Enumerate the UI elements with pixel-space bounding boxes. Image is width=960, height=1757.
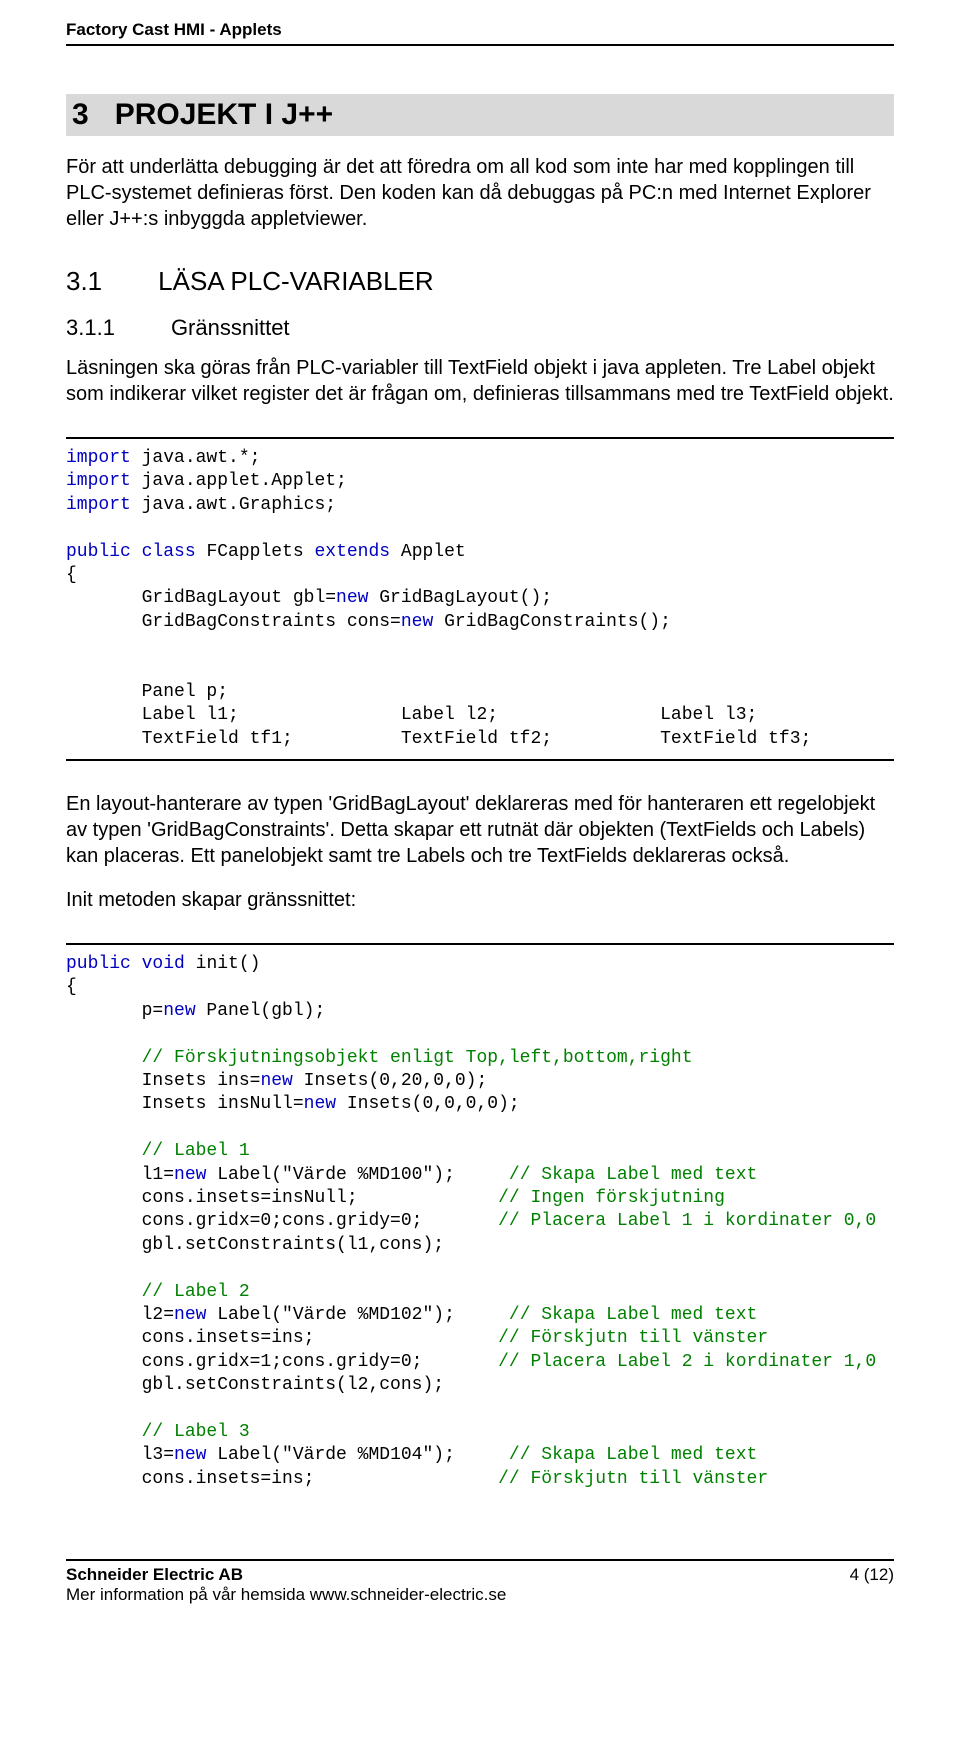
page-header: Factory Cast HMI - Applets bbox=[66, 20, 894, 46]
code-token: new bbox=[336, 588, 368, 608]
code-token: l1= bbox=[66, 1165, 174, 1185]
code-token: Insets insNull= bbox=[66, 1094, 304, 1114]
code-token: Panel(gbl); bbox=[196, 1001, 326, 1021]
code-token: { bbox=[66, 565, 77, 585]
subsection-heading: 3.1 LÄSA PLC-VARIABLER bbox=[66, 266, 894, 297]
code-token: Label("Värde %MD100"); bbox=[206, 1165, 508, 1185]
code-block-1: import java.awt.*; import java.applet.Ap… bbox=[66, 437, 894, 761]
code-token: class bbox=[142, 542, 196, 562]
code-token: gbl.setConstraints(l1,cons); bbox=[66, 1235, 444, 1255]
code-token: Label l1; Label l2; Label l3; bbox=[66, 705, 757, 725]
code-token: new bbox=[174, 1305, 206, 1325]
code-token: new bbox=[401, 612, 433, 632]
code-token: Panel p; bbox=[66, 682, 228, 702]
footer-pageno: 4 (12) bbox=[850, 1565, 894, 1585]
footer-company: Schneider Electric AB bbox=[66, 1565, 506, 1585]
h3-paragraph: Läsningen ska göras från PLC-variabler t… bbox=[66, 355, 894, 407]
code-token: Label("Värde %MD104"); bbox=[206, 1445, 508, 1465]
header-title: Factory Cast HMI - Applets bbox=[66, 20, 282, 39]
code-token: Insets(0,20,0,0); bbox=[293, 1071, 487, 1091]
subsubsection-number: 3.1.1 bbox=[66, 315, 115, 341]
code-token: // Label 2 bbox=[66, 1282, 250, 1302]
code-token: public bbox=[66, 542, 131, 562]
code-token: new bbox=[304, 1094, 336, 1114]
code-token: cons.gridx=1;cons.gridy=0; bbox=[66, 1352, 498, 1372]
code-token bbox=[131, 542, 142, 562]
section-title-text: PROJEKT I J++ bbox=[115, 98, 333, 132]
code-token: cons.insets=ins; bbox=[66, 1328, 498, 1348]
code-token: init() bbox=[185, 954, 261, 974]
code-token: new bbox=[174, 1165, 206, 1185]
subsection-number: 3.1 bbox=[66, 266, 102, 297]
subsubsection-title: Gränssnittet bbox=[171, 315, 290, 341]
footer-info: Mer information på vår hemsida www.schne… bbox=[66, 1585, 506, 1605]
code-token: cons.gridx=0;cons.gridy=0; bbox=[66, 1211, 498, 1231]
code-token: l3= bbox=[66, 1445, 174, 1465]
code-token: cons.insets=ins; bbox=[66, 1469, 498, 1489]
paragraph-2: En layout-hanterare av typen 'GridBagLay… bbox=[66, 791, 894, 869]
code-token: // Ingen förskjutning bbox=[498, 1188, 725, 1208]
page: Factory Cast HMI - Applets 3 PROJEKT I J… bbox=[0, 0, 960, 1635]
code-token: // Skapa Label med text bbox=[509, 1165, 757, 1185]
code-token bbox=[131, 954, 142, 974]
intro-paragraph: För att underlätta debugging är det att … bbox=[66, 154, 894, 232]
code-token: Applet bbox=[390, 542, 466, 562]
code-token: gbl.setConstraints(l2,cons); bbox=[66, 1375, 444, 1395]
code-token: FCapplets bbox=[196, 542, 315, 562]
code-token: extends bbox=[314, 542, 390, 562]
code-token: // Förskjutn till vänster bbox=[498, 1469, 768, 1489]
code-token: // Förskjutningsobjekt enligt Top,left,b… bbox=[66, 1048, 693, 1068]
code-token: java.applet.Applet; bbox=[131, 471, 347, 491]
code-token: GridBagLayout(); bbox=[368, 588, 552, 608]
subsubsection-heading: 3.1.1 Gränssnittet bbox=[66, 315, 894, 341]
code-token: public bbox=[66, 954, 131, 974]
code-token: l2= bbox=[66, 1305, 174, 1325]
code-token: void bbox=[142, 954, 185, 974]
code-token: java.awt.*; bbox=[131, 448, 261, 468]
code-token: new bbox=[163, 1001, 195, 1021]
footer-left: Schneider Electric AB Mer information på… bbox=[66, 1565, 506, 1605]
code-token: GridBagLayout gbl= bbox=[66, 588, 336, 608]
page-footer: Schneider Electric AB Mer information på… bbox=[66, 1559, 894, 1605]
code-token: // Placera Label 1 i kordinater 0,0 bbox=[498, 1211, 876, 1231]
code-token: new bbox=[174, 1445, 206, 1465]
code-token: import bbox=[66, 495, 131, 515]
code-token: new bbox=[260, 1071, 292, 1091]
code-token: p= bbox=[66, 1001, 163, 1021]
code-token: Insets ins= bbox=[66, 1071, 260, 1091]
section-number: 3 bbox=[72, 98, 89, 132]
code-token: // Label 3 bbox=[66, 1422, 250, 1442]
code-token: // Label 1 bbox=[66, 1141, 250, 1161]
code-token: // Placera Label 2 i kordinater 1,0 bbox=[498, 1352, 876, 1372]
code-token: // Skapa Label med text bbox=[509, 1305, 757, 1325]
code-token: TextField tf1; TextField tf2; TextField … bbox=[66, 729, 811, 749]
code-token: // Skapa Label med text bbox=[509, 1445, 757, 1465]
code-token: GridBagConstraints(); bbox=[433, 612, 671, 632]
code-token: cons.insets=insNull; bbox=[66, 1188, 498, 1208]
section-heading: 3 PROJEKT I J++ bbox=[66, 94, 894, 136]
code-token: java.awt.Graphics; bbox=[131, 495, 336, 515]
subsection-title: LÄSA PLC-VARIABLER bbox=[158, 266, 434, 297]
code-token: // Förskjutn till vänster bbox=[498, 1328, 768, 1348]
code-token: import bbox=[66, 471, 131, 491]
code-token: import bbox=[66, 448, 131, 468]
code-token: { bbox=[66, 977, 77, 997]
code-block-2: public void init() { p=new Panel(gbl); /… bbox=[66, 943, 894, 1499]
code-token: Insets(0,0,0,0); bbox=[336, 1094, 520, 1114]
paragraph-3: Init metoden skapar gränssnittet: bbox=[66, 887, 894, 913]
code-token: GridBagConstraints cons= bbox=[66, 612, 401, 632]
code-token: Label("Värde %MD102"); bbox=[206, 1305, 508, 1325]
